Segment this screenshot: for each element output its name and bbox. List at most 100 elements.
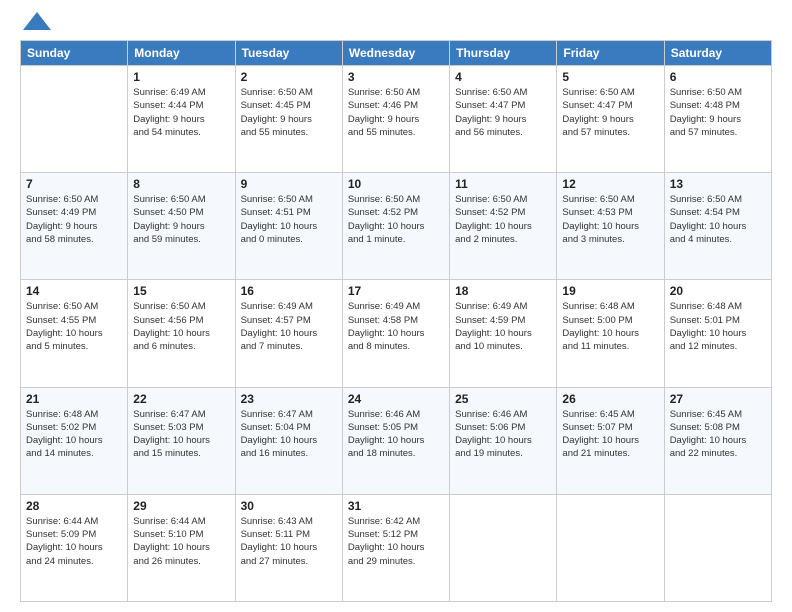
calendar-cell: 9Sunrise: 6:50 AM Sunset: 4:51 PM Daylig…	[235, 173, 342, 280]
calendar-cell: 13 Sunrise: 6:50 AM Sunset: 4:54 PM Dayli…	[664, 173, 771, 280]
calendar-week-row: 28 Sunrise: 6:44 AM Sunset: 5:09 PM Dayli…	[21, 494, 772, 601]
weekday-header-wednesday: Wednesday	[342, 41, 449, 66]
cell-day-number: 8	[133, 177, 229, 191]
calendar-cell	[450, 494, 557, 601]
weekday-header-sunday: Sunday	[21, 41, 128, 66]
cell-info-text: Sunrise: 6:46 AM Sunset: 5:05 PM Dayligh…	[348, 408, 444, 461]
calendar-cell: 6 Sunrise: 6:50 AM Sunset: 4:48 PM Daylig…	[664, 66, 771, 173]
calendar-week-row: 1 Sunrise: 6:49 AM Sunset: 4:44 PM Daylig…	[21, 66, 772, 173]
cell-info-text: Sunrise: 6:49 AM Sunset: 4:59 PM Dayligh…	[455, 300, 551, 353]
cell-info-text: Sunrise: 6:49 AM Sunset: 4:58 PM Dayligh…	[348, 300, 444, 353]
calendar-cell	[664, 494, 771, 601]
calendar-cell: 25Sunrise: 6:46 AM Sunset: 5:06 PM Dayli…	[450, 387, 557, 494]
cell-info-text: Sunrise: 6:50 AM Sunset: 4:45 PM Dayligh…	[241, 86, 337, 139]
calendar-week-row: 14 Sunrise: 6:50 AM Sunset: 4:55 PM Dayli…	[21, 280, 772, 387]
calendar-week-row: 7 Sunrise: 6:50 AM Sunset: 4:49 PM Daylig…	[21, 173, 772, 280]
cell-info-text: Sunrise: 6:49 AM Sunset: 4:57 PM Dayligh…	[241, 300, 337, 353]
cell-info-text: Sunrise: 6:49 AM Sunset: 4:44 PM Dayligh…	[133, 86, 229, 139]
calendar-cell	[557, 494, 664, 601]
cell-info-text: Sunrise: 6:48 AM Sunset: 5:02 PM Dayligh…	[26, 408, 122, 461]
calendar-cell: 26 Sunrise: 6:45 AM Sunset: 5:07 PM Dayli…	[557, 387, 664, 494]
cell-day-number: 19	[562, 284, 658, 298]
calendar-cell: 19 Sunrise: 6:48 AM Sunset: 5:00 PM Dayli…	[557, 280, 664, 387]
cell-day-number: 31	[348, 499, 444, 513]
cell-info-text: Sunrise: 6:50 AM Sunset: 4:50 PM Dayligh…	[133, 193, 229, 246]
cell-day-number: 4	[455, 70, 551, 84]
cell-day-number: 27	[670, 392, 766, 406]
cell-day-number: 23	[241, 392, 337, 406]
calendar-cell: 11 Sunrise: 6:50 AM Sunset: 4:52 PM Dayli…	[450, 173, 557, 280]
cell-day-number: 15	[133, 284, 229, 298]
cell-day-number: 18	[455, 284, 551, 298]
calendar-cell: 2 Sunrise: 6:50 AM Sunset: 4:45 PM Daylig…	[235, 66, 342, 173]
cell-info-text: Sunrise: 6:50 AM Sunset: 4:53 PM Dayligh…	[562, 193, 658, 246]
cell-day-number: 26	[562, 392, 658, 406]
calendar-cell: 27Sunrise: 6:45 AM Sunset: 5:08 PM Dayli…	[664, 387, 771, 494]
cell-info-text: Sunrise: 6:50 AM Sunset: 4:51 PM Dayligh…	[241, 193, 337, 246]
cell-day-number: 10	[348, 177, 444, 191]
cell-day-number: 6	[670, 70, 766, 84]
cell-info-text: Sunrise: 6:42 AM Sunset: 5:12 PM Dayligh…	[348, 515, 444, 568]
calendar-cell: 10 Sunrise: 6:50 AM Sunset: 4:52 PM Dayli…	[342, 173, 449, 280]
calendar-cell: 24 Sunrise: 6:46 AM Sunset: 5:05 PM Dayli…	[342, 387, 449, 494]
cell-day-number: 28	[26, 499, 122, 513]
cell-info-text: Sunrise: 6:50 AM Sunset: 4:46 PM Dayligh…	[348, 86, 444, 139]
cell-info-text: Sunrise: 6:50 AM Sunset: 4:52 PM Dayligh…	[348, 193, 444, 246]
page: SundayMondayTuesdayWednesdayThursdayFrid…	[0, 0, 792, 612]
weekday-header-saturday: Saturday	[664, 41, 771, 66]
weekday-header-row: SundayMondayTuesdayWednesdayThursdayFrid…	[21, 41, 772, 66]
cell-day-number: 14	[26, 284, 122, 298]
cell-info-text: Sunrise: 6:50 AM Sunset: 4:54 PM Dayligh…	[670, 193, 766, 246]
cell-info-text: Sunrise: 6:48 AM Sunset: 5:01 PM Dayligh…	[670, 300, 766, 353]
calendar-cell: 7 Sunrise: 6:50 AM Sunset: 4:49 PM Daylig…	[21, 173, 128, 280]
cell-info-text: Sunrise: 6:46 AM Sunset: 5:06 PM Dayligh…	[455, 408, 551, 461]
weekday-header-monday: Monday	[128, 41, 235, 66]
calendar-cell: 8 Sunrise: 6:50 AM Sunset: 4:50 PM Daylig…	[128, 173, 235, 280]
cell-info-text: Sunrise: 6:50 AM Sunset: 4:48 PM Dayligh…	[670, 86, 766, 139]
cell-info-text: Sunrise: 6:50 AM Sunset: 4:47 PM Dayligh…	[455, 86, 551, 139]
calendar-week-row: 21Sunrise: 6:48 AM Sunset: 5:02 PM Dayli…	[21, 387, 772, 494]
calendar-cell: 14 Sunrise: 6:50 AM Sunset: 4:55 PM Dayli…	[21, 280, 128, 387]
cell-day-number: 22	[133, 392, 229, 406]
cell-info-text: Sunrise: 6:50 AM Sunset: 4:52 PM Dayligh…	[455, 193, 551, 246]
calendar-cell: 12 Sunrise: 6:50 AM Sunset: 4:53 PM Dayli…	[557, 173, 664, 280]
calendar-cell: 21Sunrise: 6:48 AM Sunset: 5:02 PM Dayli…	[21, 387, 128, 494]
cell-day-number: 24	[348, 392, 444, 406]
calendar-cell: 17 Sunrise: 6:49 AM Sunset: 4:58 PM Dayli…	[342, 280, 449, 387]
cell-day-number: 13	[670, 177, 766, 191]
cell-day-number: 5	[562, 70, 658, 84]
cell-day-number: 29	[133, 499, 229, 513]
calendar-cell: 16 Sunrise: 6:49 AM Sunset: 4:57 PM Dayli…	[235, 280, 342, 387]
logo	[20, 16, 51, 30]
calendar-cell	[21, 66, 128, 173]
cell-info-text: Sunrise: 6:48 AM Sunset: 5:00 PM Dayligh…	[562, 300, 658, 353]
calendar-cell: 29 Sunrise: 6:44 AM Sunset: 5:10 PM Dayli…	[128, 494, 235, 601]
cell-info-text: Sunrise: 6:47 AM Sunset: 5:04 PM Dayligh…	[241, 408, 337, 461]
calendar-cell: 15 Sunrise: 6:50 AM Sunset: 4:56 PM Dayli…	[128, 280, 235, 387]
cell-day-number: 7	[26, 177, 122, 191]
calendar-cell: 1 Sunrise: 6:49 AM Sunset: 4:44 PM Daylig…	[128, 66, 235, 173]
calendar-cell: 30 Sunrise: 6:43 AM Sunset: 5:11 PM Dayli…	[235, 494, 342, 601]
calendar-table: SundayMondayTuesdayWednesdayThursdayFrid…	[20, 40, 772, 602]
cell-day-number: 30	[241, 499, 337, 513]
weekday-header-tuesday: Tuesday	[235, 41, 342, 66]
cell-info-text: Sunrise: 6:44 AM Sunset: 5:10 PM Dayligh…	[133, 515, 229, 568]
cell-info-text: Sunrise: 6:45 AM Sunset: 5:07 PM Dayligh…	[562, 408, 658, 461]
cell-info-text: Sunrise: 6:50 AM Sunset: 4:47 PM Dayligh…	[562, 86, 658, 139]
calendar-cell: 23 Sunrise: 6:47 AM Sunset: 5:04 PM Dayli…	[235, 387, 342, 494]
cell-day-number: 17	[348, 284, 444, 298]
cell-day-number: 12	[562, 177, 658, 191]
cell-info-text: Sunrise: 6:43 AM Sunset: 5:11 PM Dayligh…	[241, 515, 337, 568]
calendar-cell: 4 Sunrise: 6:50 AM Sunset: 4:47 PM Daylig…	[450, 66, 557, 173]
cell-info-text: Sunrise: 6:50 AM Sunset: 4:49 PM Dayligh…	[26, 193, 122, 246]
cell-info-text: Sunrise: 6:50 AM Sunset: 4:56 PM Dayligh…	[133, 300, 229, 353]
calendar-cell: 31 Sunrise: 6:42 AM Sunset: 5:12 PM Dayli…	[342, 494, 449, 601]
calendar-cell: 5 Sunrise: 6:50 AM Sunset: 4:47 PM Daylig…	[557, 66, 664, 173]
cell-day-number: 1	[133, 70, 229, 84]
cell-info-text: Sunrise: 6:44 AM Sunset: 5:09 PM Dayligh…	[26, 515, 122, 568]
cell-day-number: 3	[348, 70, 444, 84]
cell-day-number: 11	[455, 177, 551, 191]
cell-day-number: 2	[241, 70, 337, 84]
cell-day-number: 16	[241, 284, 337, 298]
cell-info-text: Sunrise: 6:50 AM Sunset: 4:55 PM Dayligh…	[26, 300, 122, 353]
